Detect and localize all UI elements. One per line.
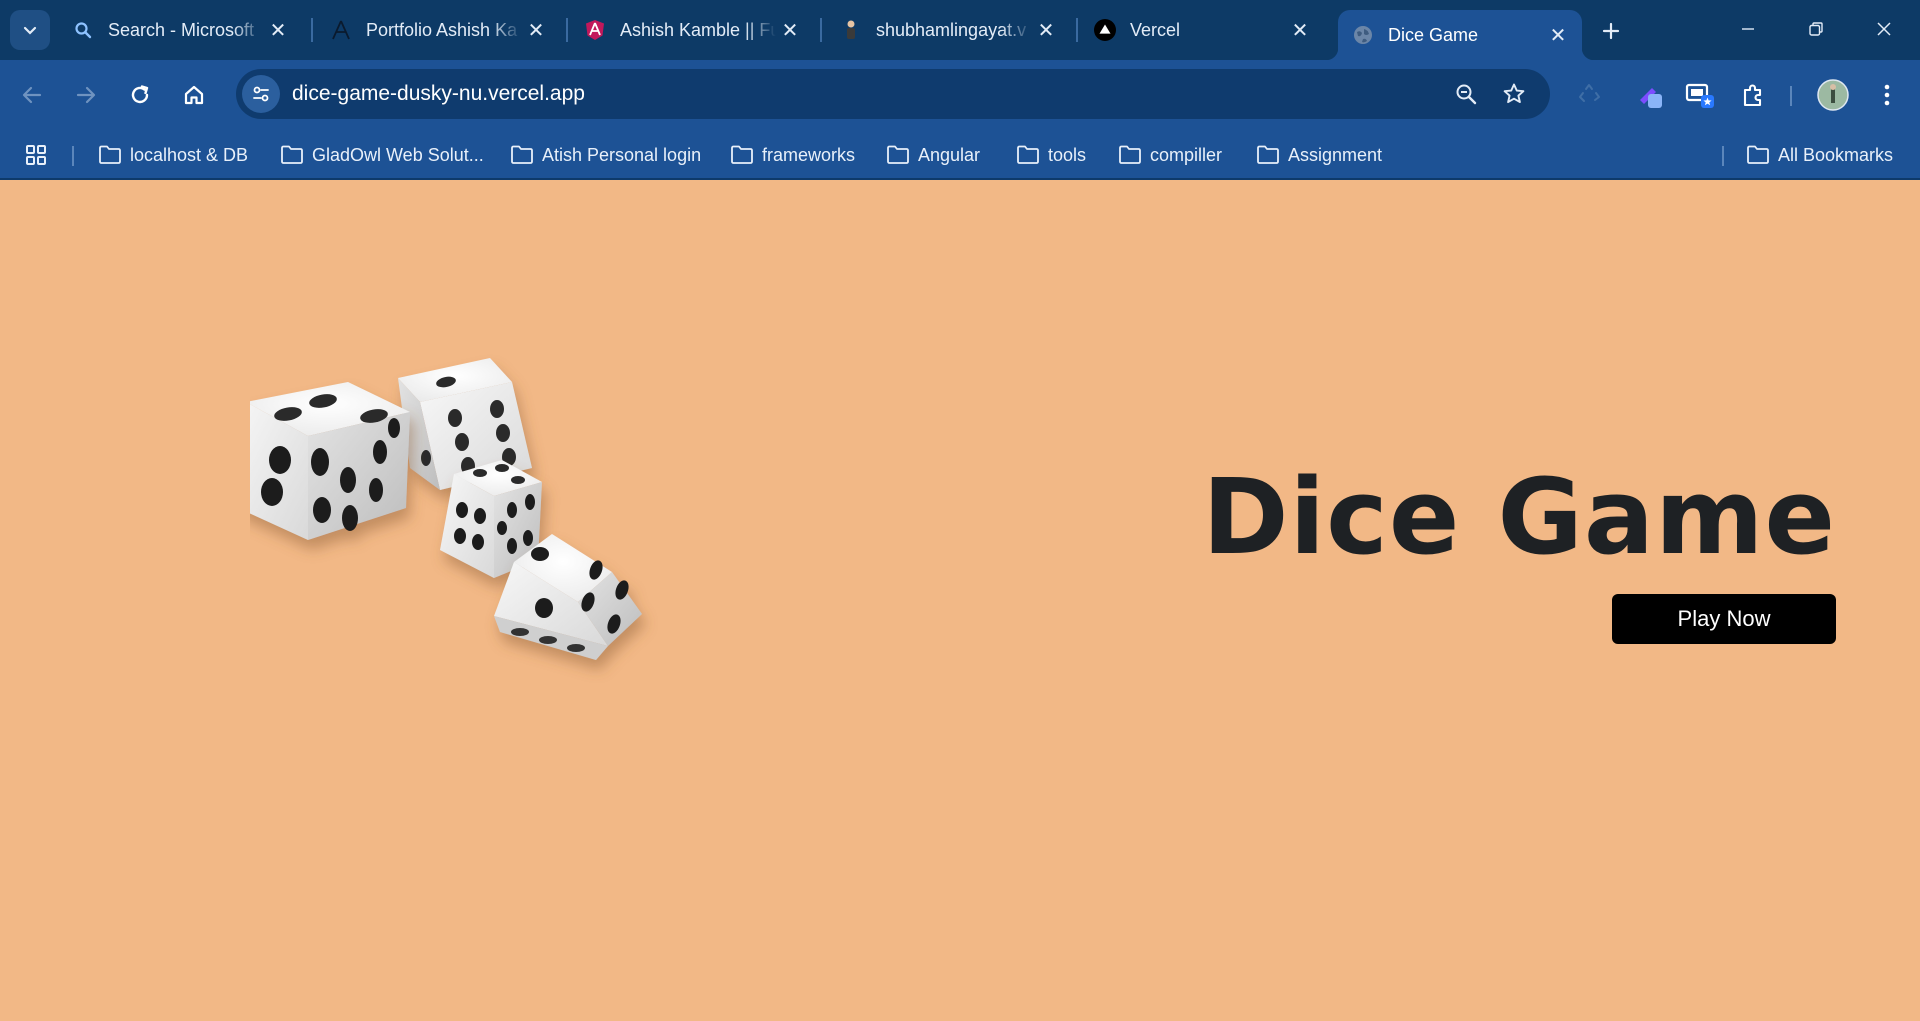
close-icon[interactable]: ✕ bbox=[1544, 21, 1572, 49]
tab-strip: Search - Microsoft ✕ Portfolio Ashish Ka… bbox=[0, 0, 1920, 60]
folder-icon bbox=[1119, 145, 1141, 164]
toolbar-divider bbox=[1790, 86, 1792, 106]
bookmark-folder-gladowl[interactable]: GladOwl Web Solut... bbox=[280, 138, 484, 172]
tab-divider bbox=[820, 18, 822, 42]
folder-icon bbox=[887, 145, 909, 164]
tab-search-microsoft[interactable]: Search - Microsoft ✕ bbox=[58, 10, 302, 50]
tab-title: Dice Game bbox=[1388, 24, 1479, 45]
play-now-button[interactable]: Play Now bbox=[1612, 594, 1836, 644]
bookmark-label: frameworks bbox=[762, 144, 856, 165]
extension-recycle-icon[interactable] bbox=[1571, 76, 1609, 114]
all-bookmarks-button[interactable]: All Bookmarks bbox=[1746, 138, 1893, 172]
folder-icon bbox=[731, 145, 753, 164]
arrow-left-icon bbox=[22, 86, 42, 104]
bookmark-label: Atish Personal login bbox=[542, 144, 702, 165]
tab-title: shubhamlingayat.v bbox=[876, 19, 1027, 40]
restore-icon bbox=[1809, 22, 1823, 36]
minimize-button[interactable] bbox=[1714, 0, 1782, 58]
close-icon[interactable]: ✕ bbox=[1286, 16, 1314, 44]
bookmark-label: Assignment bbox=[1288, 144, 1383, 165]
reload-icon bbox=[131, 85, 149, 104]
more-menu-icon[interactable] bbox=[1868, 76, 1906, 114]
close-icon[interactable]: ✕ bbox=[522, 16, 550, 44]
extensions-puzzle-icon[interactable] bbox=[1734, 76, 1772, 114]
vercel-icon bbox=[1094, 19, 1116, 41]
tune-icon bbox=[253, 86, 269, 102]
home-button[interactable] bbox=[174, 75, 214, 115]
search-icon bbox=[72, 19, 94, 41]
bookmarks-bar: localhost & DB GladOwl Web Solut... Atis… bbox=[0, 130, 1920, 180]
plus-icon bbox=[1602, 22, 1620, 40]
minimize-icon bbox=[1742, 28, 1754, 30]
bookmark-folder-localhost[interactable]: localhost & DB bbox=[98, 138, 248, 172]
tab-portfolio[interactable]: Portfolio Ashish Ka ✕ bbox=[316, 10, 560, 50]
tab-dice-game[interactable]: Dice Game ✕ bbox=[1326, 10, 1594, 60]
bookmark-label: compiller bbox=[1150, 144, 1223, 165]
apps-button[interactable] bbox=[24, 138, 56, 172]
extension-color-picker-icon[interactable] bbox=[1630, 76, 1668, 114]
bookmark-folder-angular[interactable]: Angular bbox=[886, 138, 980, 172]
tab-title: Vercel bbox=[1130, 19, 1181, 40]
close-icon[interactable]: ✕ bbox=[1032, 16, 1060, 44]
url-text[interactable]: dice-game-dusky-nu.vercel.app bbox=[292, 82, 585, 106]
bookmark-folder-frameworks[interactable]: frameworks bbox=[730, 138, 855, 172]
address-bar[interactable]: dice-game-dusky-nu.vercel.app bbox=[236, 69, 1550, 119]
zoom-icon[interactable] bbox=[1452, 80, 1480, 108]
arrow-right-icon bbox=[76, 86, 96, 104]
browser-toolbar: dice-game-dusky-nu.vercel.app bbox=[0, 60, 1920, 130]
bookmark-label: GladOwl Web Solut... bbox=[312, 144, 484, 165]
bookmark-divider bbox=[72, 146, 74, 166]
site-info-button[interactable] bbox=[242, 75, 280, 113]
close-icon[interactable]: ✕ bbox=[264, 16, 292, 44]
page-content: Dice Game Play Now bbox=[0, 180, 1920, 1021]
tab-divider bbox=[566, 18, 568, 42]
bookmark-label: localhost & DB bbox=[130, 144, 249, 165]
bookmark-label: Angular bbox=[918, 144, 981, 165]
tab-ashish-kamble[interactable]: Ashish Kamble || Fu ✕ bbox=[570, 10, 814, 50]
page-title: Dice Game bbox=[1202, 456, 1836, 578]
bookmark-folder-atish[interactable]: Atish Personal login bbox=[510, 138, 701, 172]
tab-title: Ashish Kamble || Fu bbox=[620, 19, 776, 40]
folder-icon bbox=[1257, 145, 1279, 164]
home-icon bbox=[184, 85, 204, 105]
tab-title: Search - Microsoft bbox=[108, 19, 255, 40]
angular-outline-icon bbox=[330, 19, 352, 41]
close-icon bbox=[1877, 22, 1891, 36]
bookmark-label: tools bbox=[1048, 144, 1087, 165]
globe-icon bbox=[1352, 24, 1374, 46]
chevron-down-icon bbox=[23, 26, 37, 35]
forward-button[interactable] bbox=[66, 75, 106, 115]
dice-illustration bbox=[250, 358, 642, 660]
tab-vercel[interactable]: Vercel ✕ bbox=[1080, 10, 1324, 50]
angular-color-icon bbox=[584, 19, 606, 41]
folder-icon bbox=[1747, 145, 1769, 164]
tab-divider bbox=[311, 18, 313, 42]
avatar[interactable] bbox=[1814, 76, 1852, 114]
restore-button[interactable] bbox=[1782, 0, 1850, 58]
bookmark-folder-tools[interactable]: tools bbox=[1016, 138, 1086, 172]
tab-shubhamlingayat[interactable]: shubhamlingayat.v ✕ bbox=[826, 10, 1070, 50]
new-tab-button[interactable] bbox=[1594, 14, 1628, 48]
die-icon bbox=[250, 382, 410, 540]
bookmark-divider bbox=[1722, 146, 1724, 166]
bookmark-folder-assignment[interactable]: Assignment bbox=[1256, 138, 1382, 172]
tab-search-button[interactable] bbox=[10, 10, 50, 50]
tab-title: Portfolio Ashish Ka bbox=[366, 19, 518, 40]
folder-icon bbox=[511, 145, 533, 164]
folder-icon bbox=[1017, 145, 1039, 164]
bookmark-label: All Bookmarks bbox=[1778, 144, 1894, 165]
tab-divider bbox=[1076, 18, 1078, 42]
person-icon bbox=[840, 19, 862, 41]
folder-icon bbox=[281, 145, 303, 164]
bookmark-folder-compiller[interactable]: compiller bbox=[1118, 138, 1222, 172]
close-window-button[interactable] bbox=[1850, 0, 1918, 58]
star-icon[interactable] bbox=[1500, 80, 1528, 108]
extension-screen-icon[interactable] bbox=[1681, 76, 1719, 114]
folder-icon bbox=[99, 145, 121, 164]
close-icon[interactable]: ✕ bbox=[776, 16, 804, 44]
apps-grid-icon bbox=[26, 145, 46, 165]
reload-button[interactable] bbox=[120, 75, 160, 115]
back-button[interactable] bbox=[12, 75, 52, 115]
